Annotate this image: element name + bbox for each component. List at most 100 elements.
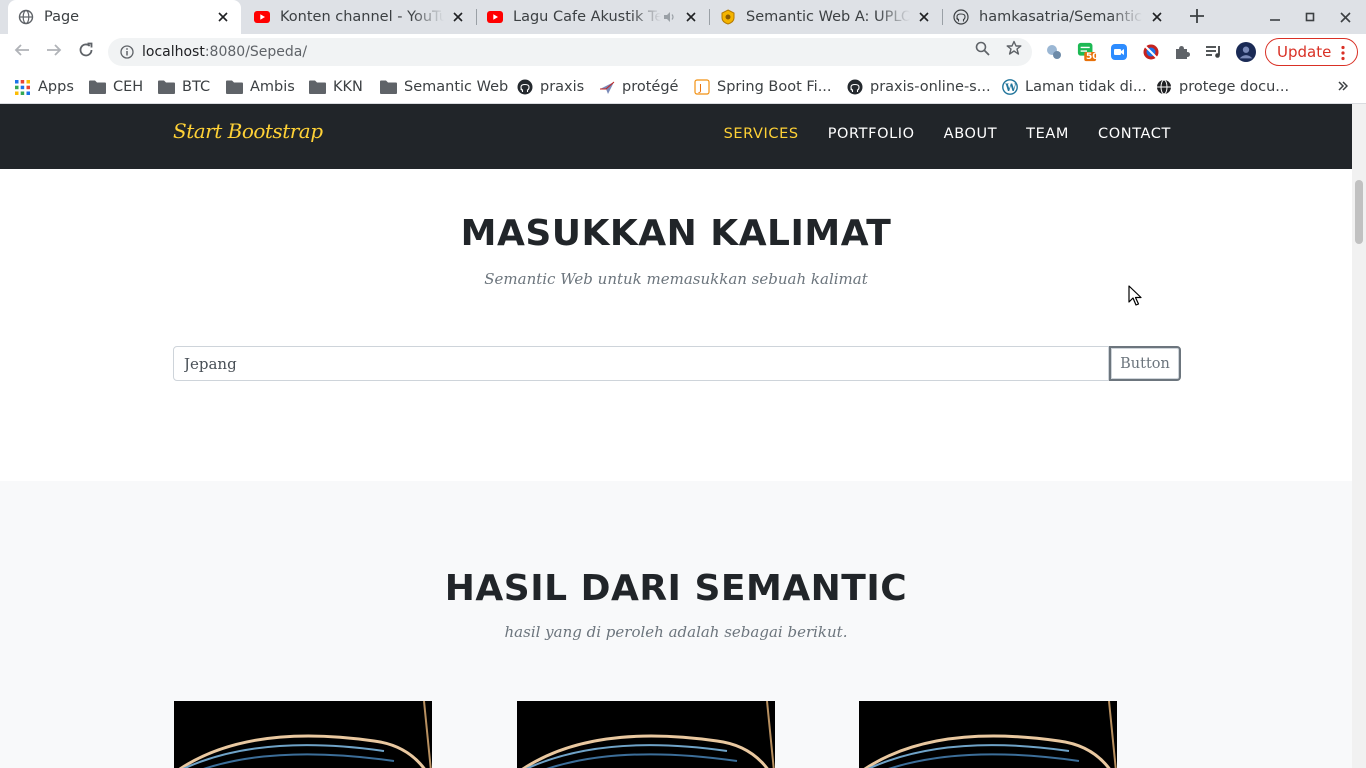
result-card-image[interactable] [174,701,432,768]
minimize-button[interactable] [1266,8,1284,26]
tab-title: Semantic Web A: UPLOAD [746,9,910,25]
zoom-icon[interactable] [974,40,990,56]
globe-icon [18,9,34,25]
close-window-button[interactable] [1336,8,1354,26]
folder-icon [226,79,243,95]
url-host: localhost [142,44,205,60]
section-subheading: Semantic Web untuk memasukkan sebuah kal… [484,270,868,288]
maximize-button[interactable] [1301,8,1319,26]
bookmark-folder-semantic-web[interactable]: Semantic Web [380,76,508,98]
youtube-icon [254,9,270,25]
spring-icon: J [693,79,710,95]
tab-page[interactable]: Page [8,0,241,34]
svg-text:J: J [698,83,702,94]
speaker-icon[interactable] [663,10,677,24]
update-button[interactable]: Update [1265,38,1358,66]
youtube-icon [487,9,503,25]
tab-strip: Page Konten channel - YouTube Lagu Cafe … [0,0,1366,34]
tab-youtube-konten[interactable]: Konten channel - YouTube [244,0,476,34]
folder-icon [89,79,106,95]
bookmark-label: praxis [540,79,585,95]
update-label: Update [1277,43,1332,61]
bookmark-folder-kkn[interactable]: KKN [309,76,363,98]
result-card-image[interactable] [517,701,775,768]
media-queue-icon[interactable] [1204,42,1224,62]
apps-grid-icon [14,79,31,95]
bookmark-spring-boot[interactable]: J Spring Boot Fi... [693,76,832,98]
wordpress-icon: W [1001,79,1018,95]
bookmark-label: Ambis [250,79,295,95]
site-navbar: Start Bootstrap SERVICES PORTFOLIO ABOUT… [0,104,1352,169]
nav-link-portfolio[interactable]: PORTFOLIO [828,126,915,142]
bookmark-label: Spring Boot Fi... [717,79,832,95]
bookmark-folder-ceh[interactable]: CEH [89,76,143,98]
bookmark-label: KKN [333,79,363,95]
page-scrollbar[interactable] [1352,104,1366,768]
bookmark-praxis[interactable]: praxis [516,76,584,98]
sentence-input[interactable] [173,346,1109,381]
bookmark-praxis-online[interactable]: praxis-online-s... [846,76,991,98]
moodle-icon [720,9,736,25]
arrow-right-icon [46,42,62,62]
bookmarks-bar: Apps CEH BTC Ambis KKN Semantic Web prax… [0,70,1366,104]
more-vert-icon [1341,45,1345,65]
tab-title: Konten channel - YouTube [280,9,444,25]
tab-title: Lagu Cafe Akustik Terbaru [513,9,661,25]
bookmark-folder-btc[interactable]: BTC [158,76,210,98]
result-card-image[interactable] [859,701,1117,768]
arrow-left-icon [14,42,30,62]
nav-link-contact[interactable]: CONTACT [1098,126,1171,142]
bookmark-protege-docs[interactable]: protege docu... [1155,76,1289,98]
bookmark-apps[interactable]: Apps [14,76,74,98]
close-tab-icon[interactable] [1149,9,1165,25]
close-tab-icon[interactable] [450,9,466,25]
new-tab-button[interactable] [1186,6,1208,28]
extension-chat-icon[interactable]: 50 [1077,42,1099,62]
extension-translate-icon[interactable] [1044,42,1064,62]
info-icon[interactable] [120,45,134,59]
nav-link-services[interactable]: SERVICES [724,126,799,142]
tab-semantic-web-upload[interactable]: Semantic Web A: UPLOAD [710,0,942,34]
close-tab-icon[interactable] [215,9,231,25]
page-viewport: Start Bootstrap SERVICES PORTFOLIO ABOUT… [0,104,1352,768]
reload-icon [78,42,94,62]
blocker-icon[interactable] [1141,42,1161,62]
tab-youtube-lagu[interactable]: Lagu Cafe Akustik Terbaru [477,0,709,34]
close-tab-icon[interactable] [683,9,699,25]
mouse-cursor-icon [1128,285,1142,307]
svg-text:W: W [1004,83,1017,94]
double-chevron-right-icon [1338,79,1349,95]
bookmarks-overflow-button[interactable] [1338,76,1349,98]
nav-link-team[interactable]: TEAM [1026,126,1069,142]
zoom-meeting-icon[interactable] [1109,42,1129,62]
plus-icon [1190,8,1204,27]
url-path: :8080/Sepeda/ [204,44,308,60]
section-heading: MASUKKAN KALIMAT [460,213,892,254]
bookmark-star-icon[interactable] [1006,40,1022,56]
tab-title: Page [44,9,80,25]
bookmark-protege[interactable]: protégé [598,76,678,98]
folder-icon [158,79,175,95]
scrollbar-thumb[interactable] [1355,180,1363,244]
forward-button[interactable] [43,41,65,63]
close-tab-icon[interactable] [916,9,932,25]
extension-badge: 50 [1086,52,1099,62]
folder-icon [309,79,326,95]
address-bar[interactable]: localhost:8080/Sepeda/ [108,38,1032,66]
bookmark-laman-tidak[interactable]: W Laman tidak di... [1001,76,1147,98]
github-icon [516,79,533,95]
site-brand[interactable]: Start Bootstrap [173,119,323,143]
submit-button[interactable]: Button [1109,346,1181,381]
result-section: HASIL DARI SEMANTIC hasil yang di perole… [0,481,1352,768]
tab-title: hamkasatria/Semantic-Web [979,9,1143,25]
back-button[interactable] [11,41,33,63]
bookmark-label: protege docu... [1179,79,1290,95]
puzzle-icon[interactable] [1172,42,1192,62]
avatar[interactable] [1236,42,1256,62]
browser-toolbar: localhost:8080/Sepeda/ 50 Update [0,34,1366,70]
bookmark-folder-ambis[interactable]: Ambis [226,76,295,98]
nav-link-about[interactable]: ABOUT [944,126,998,142]
reload-button[interactable] [75,41,97,63]
tab-github-semantic[interactable]: hamkasatria/Semantic-Web [943,0,1175,34]
github-icon [846,79,863,95]
